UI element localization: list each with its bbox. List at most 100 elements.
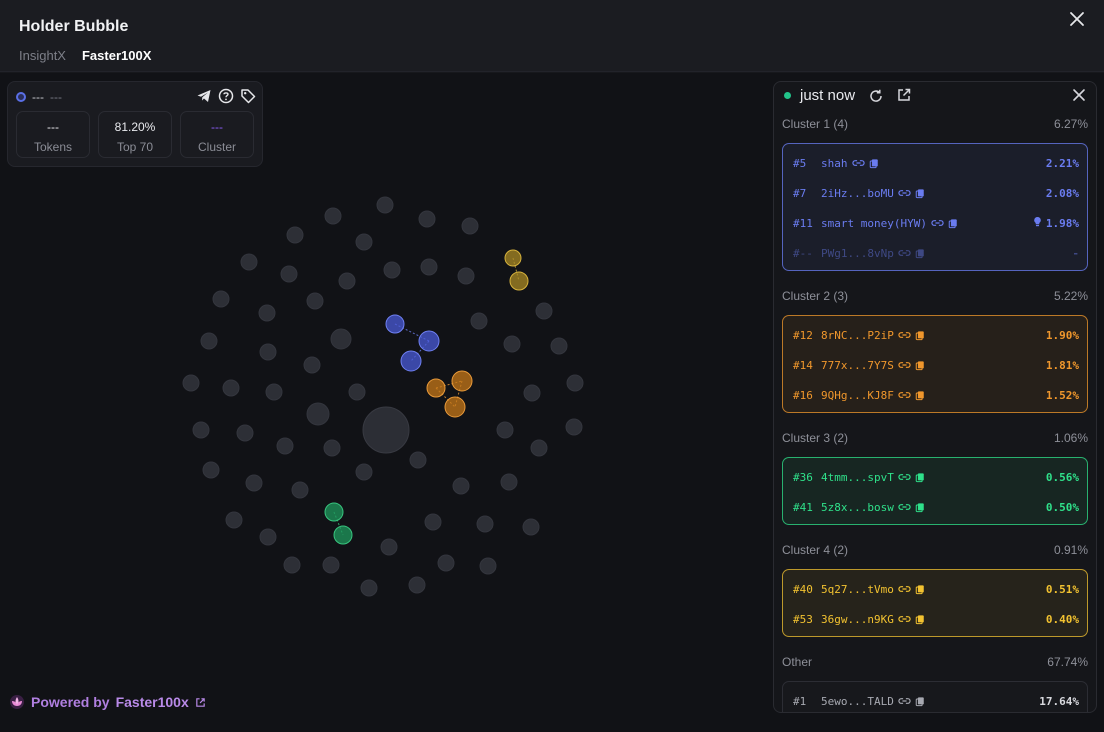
holder-bubble[interactable] [286, 226, 304, 244]
holder-row[interactable]: #11 smart money(HYW) 1.98% [793, 213, 1079, 233]
cluster-bubble[interactable] [451, 370, 473, 392]
holder-row[interactable]: #14 777x...7Y7S 1.81% [793, 355, 1079, 375]
help-icon[interactable] [218, 88, 234, 104]
holder-bubble[interactable] [452, 477, 470, 495]
cluster-bubble[interactable] [324, 502, 344, 522]
holder-bubble[interactable] [523, 384, 541, 402]
holder-bubble[interactable] [408, 576, 426, 594]
holder-bubble[interactable] [383, 261, 401, 279]
holder-row[interactable]: #40 5q27...tVmo 0.51% [793, 579, 1079, 599]
link-icon[interactable] [898, 390, 911, 400]
copy-icon[interactable] [915, 472, 925, 483]
copy-icon[interactable] [915, 584, 925, 595]
holder-bubble[interactable] [323, 439, 341, 457]
open-external-icon[interactable] [896, 87, 912, 103]
holder-bubble[interactable] [360, 579, 378, 597]
cluster-bubble[interactable] [426, 378, 446, 398]
telegram-icon[interactable] [196, 88, 212, 104]
tab-faster100x[interactable]: Faster100X [82, 48, 151, 63]
holder-row[interactable]: #1 5ewo...TALD 17.64% [793, 691, 1079, 711]
holder-bubble[interactable] [303, 356, 321, 374]
cluster-bubble[interactable] [418, 330, 440, 352]
link-icon[interactable] [931, 218, 944, 228]
tab-insightx[interactable]: InsightX [19, 48, 66, 63]
copy-icon[interactable] [915, 502, 925, 513]
holder-bubble[interactable] [355, 463, 373, 481]
link-icon[interactable] [898, 472, 911, 482]
holder-bubble[interactable] [258, 304, 276, 322]
powered-by[interactable]: Powered by Faster100x [9, 694, 206, 710]
holder-bubble[interactable] [500, 473, 518, 491]
holder-bubble[interactable] [424, 513, 442, 531]
holder-bubble[interactable] [457, 267, 475, 285]
link-icon[interactable] [898, 696, 911, 706]
holder-bubble[interactable] [420, 258, 438, 276]
holder-bubble[interactable] [476, 515, 494, 533]
external-link-icon[interactable] [195, 697, 206, 708]
holder-bubble[interactable] [192, 421, 210, 439]
holder-bubble[interactable] [496, 421, 514, 439]
holder-row[interactable]: #-- PWg1...8vNp - [793, 243, 1079, 263]
holder-bubble[interactable] [348, 383, 366, 401]
holder-row[interactable]: #5 shah 2.21% [793, 153, 1079, 173]
holder-bubble[interactable] [565, 418, 583, 436]
holder-bubble[interactable] [550, 337, 568, 355]
holder-bubble[interactable] [240, 253, 258, 271]
holder-bubble[interactable] [355, 233, 373, 251]
holder-bubble[interactable] [324, 207, 342, 225]
holder-bubble[interactable] [306, 292, 324, 310]
holder-bubble[interactable] [409, 451, 427, 469]
top-holder-bubble[interactable] [362, 406, 410, 454]
holder-bubble[interactable] [437, 554, 455, 572]
holder-bubble[interactable] [245, 474, 263, 492]
holder-bubble[interactable] [276, 437, 294, 455]
holder-bubble[interactable] [182, 374, 200, 392]
holder-bubble[interactable] [566, 374, 584, 392]
holder-bubble[interactable] [222, 379, 240, 397]
copy-icon[interactable] [948, 218, 958, 229]
holder-bubble[interactable] [265, 383, 283, 401]
cluster-bubble[interactable] [509, 271, 529, 291]
copy-icon[interactable] [915, 696, 925, 707]
holder-bubble[interactable] [259, 343, 277, 361]
holder-bubble[interactable] [503, 335, 521, 353]
holder-bubble[interactable] [461, 217, 479, 235]
holder-bubble[interactable] [225, 511, 243, 529]
copy-icon[interactable] [915, 248, 925, 259]
holder-bubble[interactable] [522, 518, 540, 536]
holder-bubble[interactable] [418, 210, 436, 228]
holder-bubble[interactable] [376, 196, 394, 214]
holder-row[interactable]: #41 5z8x...bosw 0.50% [793, 497, 1079, 517]
close-icon[interactable] [1068, 10, 1086, 28]
holder-bubble[interactable] [202, 461, 220, 479]
link-icon[interactable] [898, 502, 911, 512]
holder-bubble[interactable] [212, 290, 230, 308]
copy-icon[interactable] [915, 188, 925, 199]
holder-bubble[interactable] [535, 302, 553, 320]
holder-bubble[interactable] [291, 481, 309, 499]
holder-bubble[interactable] [479, 557, 497, 575]
powered-by-brand[interactable]: Faster100x [116, 694, 189, 710]
holder-bubble[interactable] [530, 439, 548, 457]
holder-bubble[interactable] [470, 312, 488, 330]
holder-row[interactable]: #53 36gw...n9KG 0.40% [793, 609, 1079, 629]
copy-icon[interactable] [915, 330, 925, 341]
cluster-bubble[interactable] [333, 525, 353, 545]
link-icon[interactable] [898, 330, 911, 340]
link-icon[interactable] [898, 584, 911, 594]
cluster-bubble[interactable] [444, 396, 466, 418]
holder-bubble[interactable] [380, 538, 398, 556]
holder-bubble[interactable] [259, 528, 277, 546]
copy-icon[interactable] [915, 390, 925, 401]
cluster-bubble[interactable] [385, 314, 405, 334]
holder-bubble[interactable] [280, 265, 298, 283]
copy-icon[interactable] [869, 158, 879, 169]
holder-row[interactable]: #7 2iHz...boMU 2.08% [793, 183, 1079, 203]
holder-bubble[interactable] [200, 332, 218, 350]
cluster-bubble[interactable] [504, 249, 522, 267]
link-icon[interactable] [898, 614, 911, 624]
cluster-bubble[interactable] [400, 350, 422, 372]
copy-icon[interactable] [915, 614, 925, 625]
holder-bubble[interactable] [236, 424, 254, 442]
holder-bubble[interactable] [330, 328, 352, 350]
